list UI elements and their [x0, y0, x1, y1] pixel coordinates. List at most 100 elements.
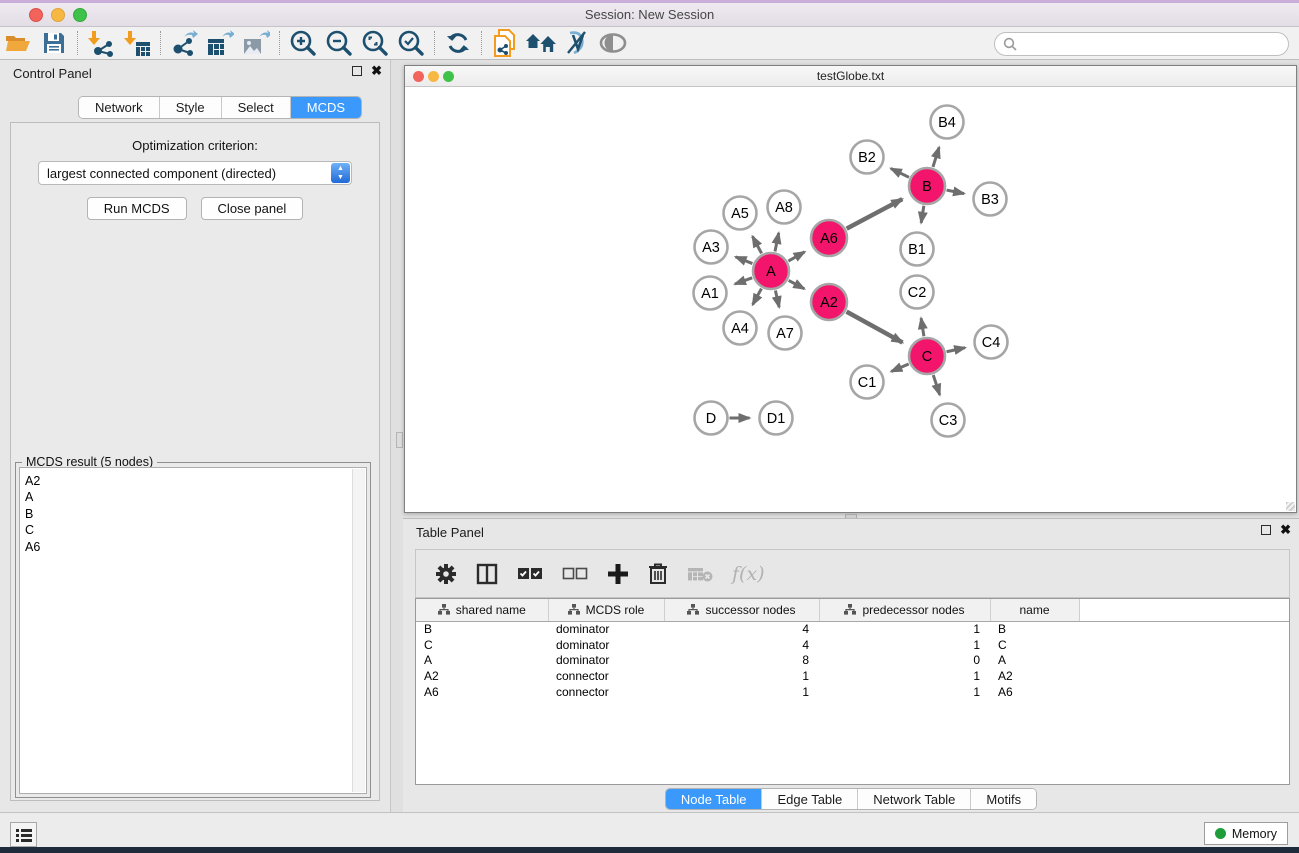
table-panel-header: Table Panel ✖ [403, 519, 1299, 546]
toolbar-separator [77, 31, 78, 55]
graph-edge[interactable] [789, 280, 805, 288]
table-header-row: shared name MCDS role successor nodes pr… [416, 599, 1289, 621]
graph-edge[interactable] [921, 206, 924, 223]
zoom-fit-button[interactable] [357, 28, 393, 58]
graph-edge[interactable] [735, 278, 752, 284]
network-window-titlebar[interactable]: testGlobe.txt [405, 66, 1296, 87]
network-canvas[interactable]: B4B2BB3A8A5A6A3B1AC2A1A2A4A7C4CC1DD1C3 [405, 87, 1296, 512]
run-mcds-button[interactable]: Run MCDS [87, 197, 187, 220]
eye-icon [598, 31, 628, 55]
graph-edge[interactable] [847, 312, 903, 343]
graph-edge[interactable] [891, 364, 908, 372]
close-panel-icon[interactable]: ✖ [1280, 525, 1291, 535]
column-header-shared-name[interactable]: shared name [416, 599, 548, 621]
criterion-select[interactable]: largest connected component (directed) ▲… [38, 161, 352, 185]
table-row[interactable]: A2connector 11 A2 [416, 668, 1289, 684]
save-session-button[interactable] [36, 28, 72, 58]
list-item[interactable]: A [25, 489, 366, 505]
mcds-result-list[interactable]: A2 A B C A6 [19, 467, 367, 794]
graph-edge[interactable] [847, 199, 903, 229]
node-table[interactable]: shared name MCDS role successor nodes pr… [415, 598, 1290, 785]
network-graph[interactable]: B4B2BB3A8A5A6A3B1AC2A1A2A4A7C4CC1DD1C3 [405, 87, 1296, 512]
table-row[interactable]: Adominator 80 A [416, 652, 1289, 668]
graph-edge[interactable] [736, 257, 753, 264]
delete-table-icon[interactable] [687, 565, 713, 583]
graph-edge[interactable] [933, 375, 940, 395]
export-image-button[interactable] [238, 28, 274, 58]
zoom-in-button[interactable] [285, 28, 321, 58]
zoom-selected-button[interactable] [393, 28, 429, 58]
app-titlebar[interactable]: Session: New Session [0, 3, 1299, 27]
float-panel-icon[interactable] [352, 66, 362, 76]
graph-edge[interactable] [891, 169, 909, 178]
list-item[interactable]: C [25, 522, 366, 538]
tab-mcds[interactable]: MCDS [290, 97, 361, 118]
scrollbar[interactable] [352, 469, 365, 792]
tab-edge-table[interactable]: Edge Table [761, 789, 857, 809]
toggle-columns-icon[interactable] [476, 563, 498, 585]
export-network-button[interactable] [166, 28, 202, 58]
graphics-details-button[interactable] [559, 28, 595, 58]
import-network-button[interactable] [83, 28, 119, 58]
splitter-collapse-handle[interactable] [396, 432, 403, 448]
tab-network[interactable]: Network [79, 97, 159, 118]
table-row[interactable]: A6connector 11 A6 [416, 684, 1289, 700]
float-panel-icon[interactable] [1261, 525, 1271, 535]
graph-edge[interactable] [775, 291, 779, 308]
graph-edge[interactable] [947, 348, 966, 352]
list-item[interactable]: B [25, 506, 366, 522]
toolbar-separator [160, 31, 161, 55]
open-folder-icon [4, 31, 32, 55]
first-neighbors-button[interactable] [523, 28, 559, 58]
hide-selected-button[interactable] [595, 28, 631, 58]
column-header-successor-nodes[interactable]: successor nodes [664, 599, 819, 621]
table-toolbar: f(x) [415, 549, 1290, 598]
graphics-details-icon [563, 29, 591, 57]
close-panel-icon[interactable]: ✖ [371, 66, 382, 76]
search-field[interactable] [994, 32, 1289, 56]
task-history-button[interactable] [10, 822, 37, 847]
graph-edge[interactable] [752, 236, 761, 253]
tab-node-table[interactable]: Node Table [666, 789, 762, 809]
column-header-name[interactable]: name [990, 599, 1079, 621]
function-builder-fx-icon[interactable]: f(x) [732, 563, 765, 585]
zoom-out-button[interactable] [321, 28, 357, 58]
table-settings-gear-icon[interactable] [435, 563, 457, 585]
graph-edge[interactable] [933, 147, 939, 167]
tab-network-table[interactable]: Network Table [857, 789, 970, 809]
table-row[interactable]: Cdominator 41 C [416, 637, 1289, 653]
graph-edge[interactable] [775, 233, 779, 251]
tab-motifs[interactable]: Motifs [970, 789, 1036, 809]
zoom-out-icon [325, 29, 353, 57]
graph-edge[interactable] [753, 289, 762, 305]
column-header-mcds-role[interactable]: MCDS role [548, 599, 664, 621]
graph-edge[interactable] [788, 252, 804, 261]
memory-button[interactable]: Memory [1204, 822, 1288, 845]
deselect-all-icon[interactable] [562, 567, 588, 581]
add-column-plus-icon[interactable] [607, 563, 629, 585]
resize-grip-icon[interactable] [1286, 502, 1295, 511]
zoom-selected-icon [397, 29, 425, 57]
import-table-button[interactable] [119, 28, 155, 58]
column-header-predecessor-nodes[interactable]: predecessor nodes [819, 599, 990, 621]
graph-edge[interactable] [947, 190, 964, 194]
toolbar-separator [279, 31, 280, 55]
select-all-icon[interactable] [517, 567, 543, 581]
tab-select[interactable]: Select [221, 97, 290, 118]
new-network-from-selection-button[interactable] [487, 28, 523, 58]
column-filler [1079, 599, 1289, 621]
apply-layout-button[interactable] [440, 28, 476, 58]
tab-style[interactable]: Style [159, 97, 221, 118]
delete-trash-icon[interactable] [648, 562, 668, 585]
network-column-icon [568, 604, 580, 615]
graph-edge[interactable] [921, 318, 924, 336]
toolbar-separator [434, 31, 435, 55]
graph-node-label: A3 [702, 240, 720, 256]
close-panel-button[interactable]: Close panel [201, 197, 304, 220]
list-item[interactable]: A6 [25, 539, 366, 555]
table-row[interactable]: Bdominator 41 B [416, 621, 1289, 637]
list-item[interactable]: A2 [25, 473, 366, 489]
search-input[interactable] [1017, 37, 1288, 51]
export-table-button[interactable] [202, 28, 238, 58]
open-session-button[interactable] [0, 28, 36, 58]
